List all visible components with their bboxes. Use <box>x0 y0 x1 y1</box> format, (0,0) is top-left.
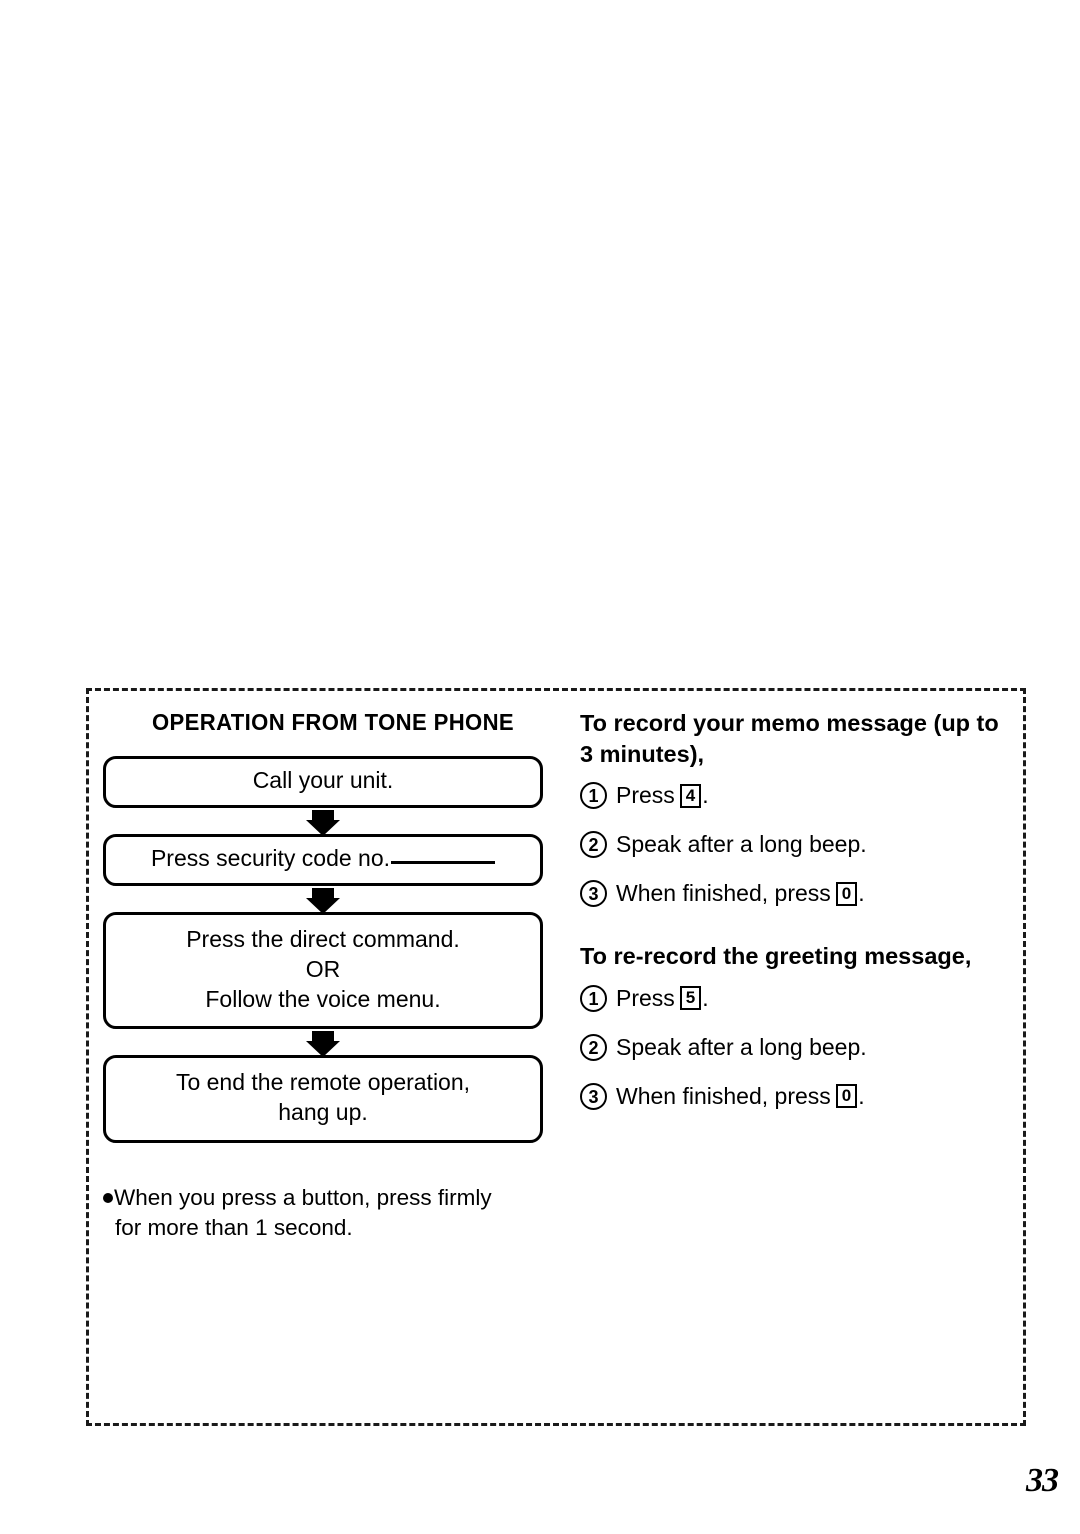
security-code-blank-rule <box>391 860 496 864</box>
flow-step-line: To end the remote operation, <box>175 1069 471 1096</box>
keypad-key-icon: 4 <box>679 783 702 808</box>
flowchart: Call your unit. Press security code no. … <box>103 756 563 1144</box>
flow-step-line: Follow the voice menu. <box>205 985 441 1012</box>
step-list-greeting-message: 1 Press 5. 2 Speak after a long beep. 3 When… <box>580 984 1015 1110</box>
keypad-key-icon: 5 <box>679 986 702 1011</box>
flow-arrow-2 <box>103 886 543 914</box>
flow-step-line: hang up. <box>278 1099 368 1126</box>
step-number-circle-icon: 1 <box>580 782 607 810</box>
flow-step-box-1: Call your unit. <box>103 756 543 808</box>
footnote-line-1: When you press a button, press firmly <box>114 1185 492 1211</box>
step-text: When finished, press <box>616 1082 831 1109</box>
page-number: 33 <box>1026 1462 1059 1499</box>
flow-step-box-4: To end the remote operation, hang up. <box>103 1055 543 1144</box>
footnote-note: When you press a button, press firmly for… <box>103 1183 555 1243</box>
section-title: OPERATION FROM TONE PHONE <box>151 709 515 735</box>
procedure-heading-memo-message: To record your memo message (up to 3 min… <box>580 710 999 767</box>
step-number-circle-icon: 2 <box>580 831 607 859</box>
flow-step-line: Call your unit. <box>252 767 394 793</box>
step-number-circle-icon: 1 <box>580 984 607 1012</box>
step-text-suffix: . <box>858 1082 865 1109</box>
step-text: Speak after a long beep. <box>616 831 867 858</box>
footnote-line-2: for more than 1 second. <box>115 1215 353 1241</box>
right-column: To record your memo message (up to 3 min… <box>563 705 1015 1423</box>
panel-inner: OPERATION FROM TONE PHONE Call your unit… <box>89 691 1023 1423</box>
step-text: When finished, press <box>616 880 831 907</box>
step-text: Press <box>616 782 675 809</box>
step-text-suffix: . <box>702 984 709 1011</box>
step-text: Speak after a long beep. <box>616 1033 867 1060</box>
step-text-suffix: . <box>702 782 709 809</box>
step-item: 3 When finished, press 0. <box>580 880 1015 908</box>
bullet-dot-icon <box>103 1193 113 1204</box>
step-number-circle-icon: 2 <box>580 1033 607 1061</box>
flow-arrow-3 <box>103 1029 543 1058</box>
flow-step-text: Press security code no. <box>150 844 391 871</box>
left-column: OPERATION FROM TONE PHONE Call your unit… <box>103 705 563 1423</box>
step-number-circle-icon: 3 <box>580 1082 607 1110</box>
step-item: 2 Speak after a long beep. <box>580 831 1015 859</box>
keypad-key-icon: 0 <box>835 1084 858 1109</box>
flow-step-line: Press the direct command. <box>186 925 460 952</box>
manual-instruction-panel: OPERATION FROM TONE PHONE Call your unit… <box>86 688 1026 1426</box>
step-item: 1 Press 4. <box>580 782 1015 810</box>
flow-step-line: Press security code no. <box>116 844 530 874</box>
step-list-memo-message: 1 Press 4. 2 Speak after a long beep. 3 When… <box>580 782 1015 908</box>
flow-step-line: OR <box>305 955 341 982</box>
flow-step-box-3: Press the direct command. OR Follow the … <box>103 911 543 1030</box>
keypad-key-icon: 0 <box>835 881 858 906</box>
step-number-circle-icon: 3 <box>580 880 607 908</box>
step-item: 3 When finished, press 0. <box>580 1082 1015 1110</box>
step-item: 2 Speak after a long beep. <box>580 1033 1015 1061</box>
procedure-heading-greeting-message: To re-record the greeting message, <box>580 943 972 970</box>
flow-arrow-1 <box>103 808 543 836</box>
step-text-suffix: . <box>858 880 865 907</box>
flow-step-box-2: Press security code no. <box>103 833 543 886</box>
step-item: 1 Press 5. <box>580 984 1015 1012</box>
step-text: Press <box>616 984 675 1011</box>
